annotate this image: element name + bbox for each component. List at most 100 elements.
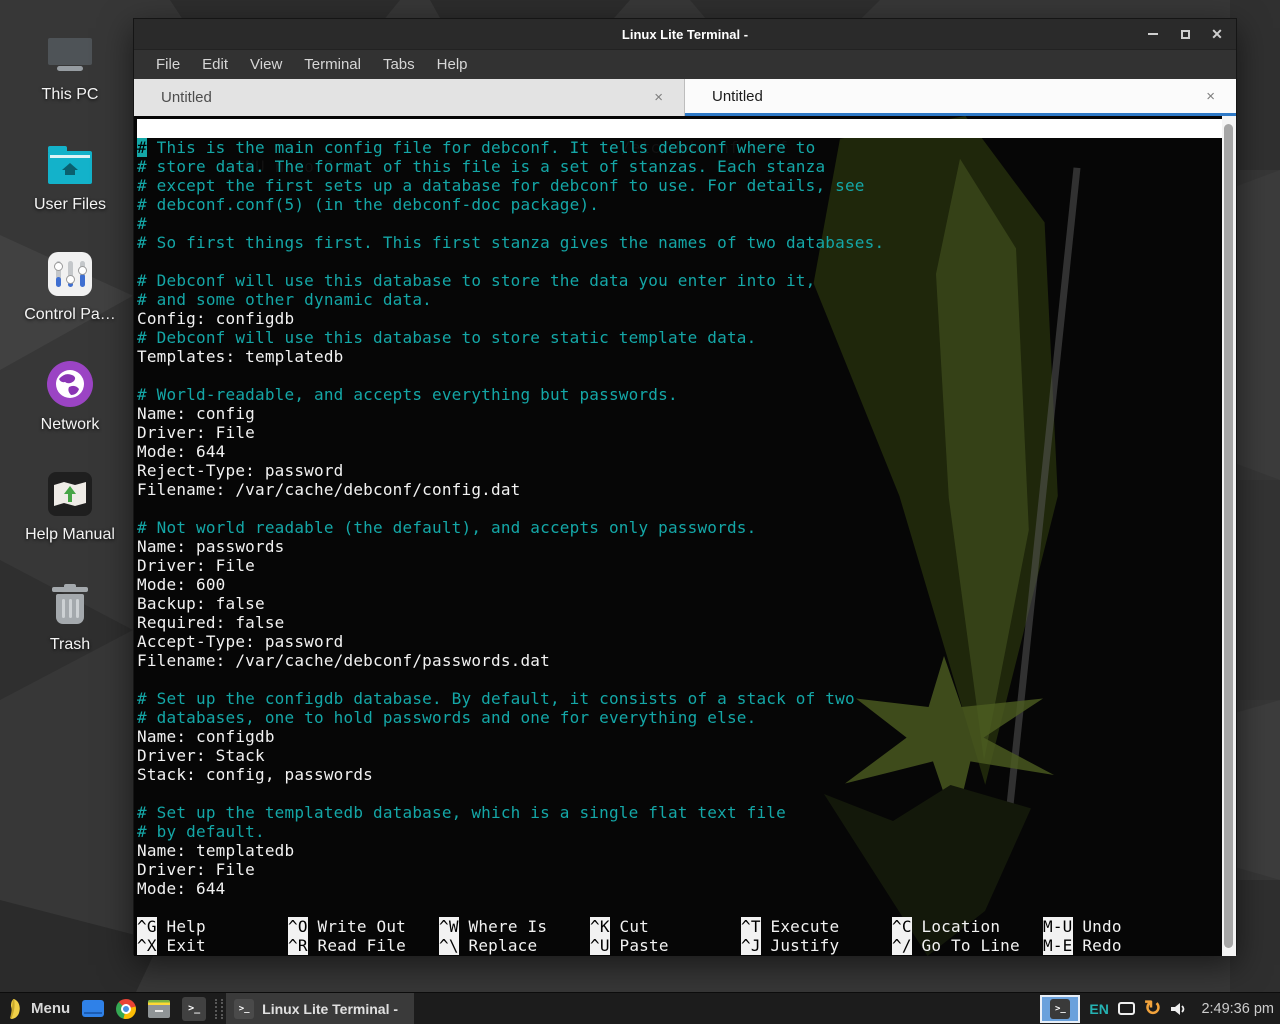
nano-line: # databases, one to hold passwords and o…	[137, 708, 1236, 727]
terminal-screen[interactable]: /etc/debconf.conf GNU nano 7.2 # This is…	[134, 116, 1236, 956]
nano-line	[137, 670, 1236, 689]
desktop-icon-label: Help Manual	[25, 526, 115, 544]
nano-cursor: #	[137, 138, 147, 157]
nano-line: # Debconf will use this database to stor…	[137, 328, 1236, 347]
nano-shortcut-justify: ^J Justify	[741, 936, 892, 955]
nano-line: Accept-Type: password	[137, 632, 1236, 651]
nano-line	[137, 366, 1236, 385]
tab-close-icon[interactable]: ×	[1206, 88, 1215, 105]
chrome-browser-icon[interactable]	[110, 993, 142, 1024]
nano-line: Driver: File	[137, 860, 1236, 879]
nano-buffer: # This is the main config file for debco…	[134, 138, 1236, 898]
nano-line: # This is the main config file for debco…	[137, 138, 1236, 157]
desktop-icon-trash[interactable]: Trash	[22, 578, 118, 688]
nano-line	[137, 499, 1236, 518]
nano-line: # except the first sets up a database fo…	[137, 176, 1236, 195]
scrollbar-thumb[interactable]	[1224, 124, 1233, 948]
menu-tabs[interactable]: Tabs	[372, 50, 426, 80]
computer-icon	[47, 38, 93, 71]
window-titlebar[interactable]: Linux Lite Terminal - ✕	[134, 19, 1236, 49]
menu-edit[interactable]: Edit	[191, 50, 239, 80]
desktop-icon-control-panel[interactable]: Control Pa…	[22, 248, 118, 358]
terminal-window: Linux Lite Terminal - ✕ File Edit View T…	[133, 18, 1237, 955]
tab-label: Untitled	[712, 88, 763, 105]
menubar: File Edit View Terminal Tabs Help	[134, 49, 1236, 79]
nano-line: Filename: /var/cache/debconf/passwords.d…	[137, 651, 1236, 670]
menu-file[interactable]: File	[145, 50, 191, 80]
window-title: Linux Lite Terminal -	[622, 27, 748, 42]
nano-line: Stack: config, passwords	[137, 765, 1236, 784]
taskbar: Menu >_ >_ Linux Lite Terminal - >_ EN ↻	[0, 992, 1280, 1024]
file-manager-icon[interactable]	[76, 993, 110, 1024]
nano-shortcut-exit: ^X Exit	[137, 936, 288, 955]
nano-line: Reject-Type: password	[137, 461, 1236, 480]
help-manual-icon	[48, 472, 92, 516]
desktop-icon-help-manual[interactable]: Help Manual	[22, 468, 118, 578]
nano-shortcut-go-to-line: ^/ Go To Line	[892, 936, 1043, 955]
nano-shortcut-replace: ^\ Replace	[439, 936, 590, 955]
nano-line	[137, 252, 1236, 271]
nano-line: Config: configdb	[137, 309, 1236, 328]
nano-shortcut-undo: M-U Undo	[1043, 917, 1194, 936]
trash-icon	[50, 584, 90, 624]
desktop-icon-this-pc[interactable]: This PC	[22, 28, 118, 138]
nano-shortcut-cut: ^K Cut	[590, 917, 741, 936]
nano-line: Templates: templatedb	[137, 347, 1236, 366]
nano-line: Name: passwords	[137, 537, 1236, 556]
tab-close-icon[interactable]: ×	[654, 89, 663, 106]
clock: 2:49:36 pm	[1201, 1001, 1274, 1017]
volume-icon[interactable]	[1170, 1001, 1188, 1017]
nano-line: Name: templatedb	[137, 841, 1236, 860]
desktop-icon-label: Network	[41, 416, 100, 434]
menu-terminal[interactable]: Terminal	[293, 50, 372, 80]
tab-untitled-2[interactable]: Untitled ×	[685, 79, 1236, 116]
nano-line: # Not world readable (the default), and …	[137, 518, 1236, 537]
nano-shortcut-bar: ^G Help^O Write Out^W Where Is^K Cut^T E…	[137, 917, 1194, 955]
taskbar-window-button[interactable]: >_ Linux Lite Terminal -	[226, 993, 414, 1024]
nano-line: Name: configdb	[137, 727, 1236, 746]
nano-line: # World-readable, and accepts everything…	[137, 385, 1236, 404]
nano-line: Mode: 644	[137, 879, 1236, 898]
tab-untitled-1[interactable]: Untitled ×	[134, 79, 685, 116]
nano-line: Required: false	[137, 613, 1236, 632]
wallpaper-facet	[1230, 880, 1280, 992]
desktop-icon-network[interactable]: Network	[22, 358, 118, 468]
panel-handle[interactable]	[215, 999, 223, 1019]
nano-shortcut-paste: ^U Paste	[590, 936, 741, 955]
nano-shortcut-redo: M-E Redo	[1043, 936, 1194, 955]
display-tray-icon[interactable]	[1118, 1002, 1135, 1015]
desktop-icon-user-files[interactable]: User Files	[22, 138, 118, 248]
terminal-launcher-icon[interactable]: >_	[176, 993, 212, 1024]
terminal-scrollbar[interactable]	[1222, 116, 1236, 956]
update-tray-icon[interactable]: ↻	[1144, 998, 1162, 1019]
nano-line: # and some other dynamic data.	[137, 290, 1236, 309]
desktop-icon-label: This PC	[42, 86, 99, 104]
nano-line: #	[137, 214, 1236, 233]
nano-line: Mode: 644	[137, 442, 1236, 461]
nano-line: # store data. The format of this file is…	[137, 157, 1236, 176]
desktop-icon-label: User Files	[34, 196, 106, 214]
network-globe-icon	[47, 361, 93, 407]
menu-button[interactable]: Menu	[31, 1000, 70, 1017]
wallpaper-facet	[1230, 700, 1280, 880]
menu-view[interactable]: View	[239, 50, 293, 80]
wallpaper-facet	[1230, 0, 1280, 170]
desktop: This PC User Files Control Pa…	[0, 0, 1280, 1024]
terminal-icon: >_	[1050, 999, 1070, 1019]
tray-terminal-indicator[interactable]: >_	[1040, 995, 1080, 1023]
language-indicator[interactable]: EN	[1089, 1001, 1108, 1017]
linux-lite-logo-icon[interactable]	[0, 993, 29, 1024]
folder-home-icon	[48, 151, 92, 184]
maximize-button[interactable]	[1176, 25, 1194, 43]
nano-shortcut-help: ^G Help	[137, 917, 288, 936]
close-button[interactable]: ✕	[1208, 25, 1226, 43]
nano-shortcut-where-is: ^W Where Is	[439, 917, 590, 936]
desktop-icon-label: Control Pa…	[24, 306, 116, 324]
nano-line: Name: config	[137, 404, 1236, 423]
nano-shortcut-execute: ^T Execute	[741, 917, 892, 936]
nano-line: # So first things first. This first stan…	[137, 233, 1236, 252]
nano-line	[137, 784, 1236, 803]
archive-manager-icon[interactable]	[142, 993, 176, 1024]
menu-help[interactable]: Help	[426, 50, 479, 80]
minimize-button[interactable]	[1144, 25, 1162, 43]
